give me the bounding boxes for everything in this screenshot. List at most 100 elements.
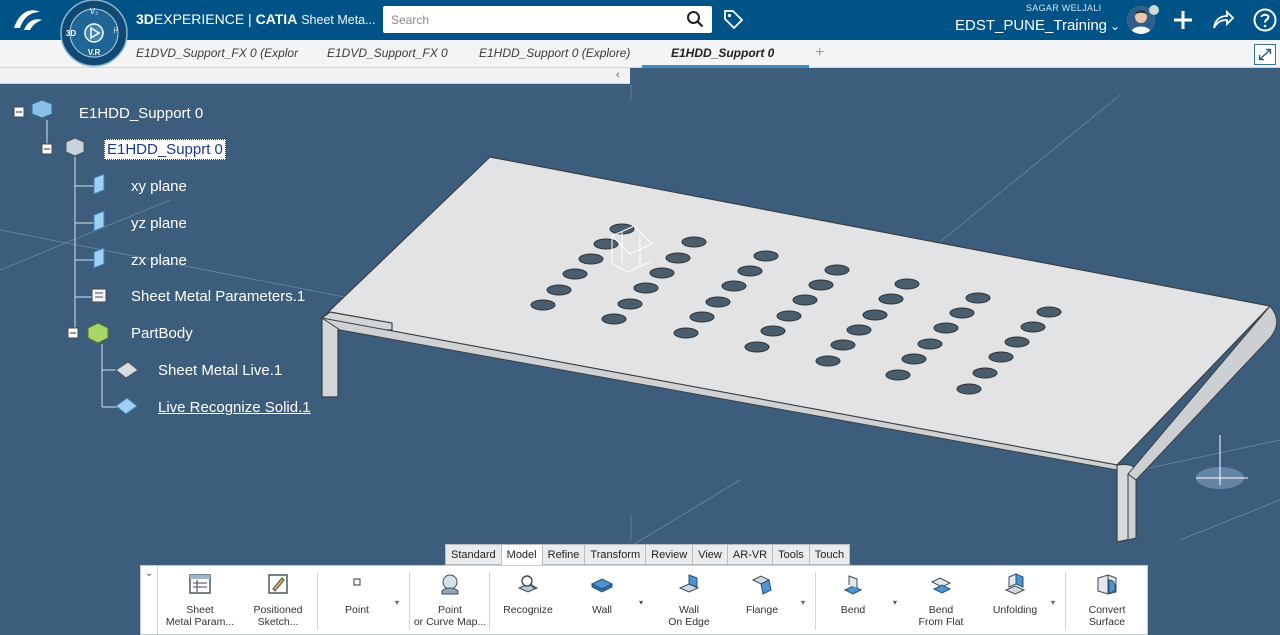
tab-tools[interactable]: Tools — [772, 544, 809, 565]
convert-surface-icon — [1097, 574, 1117, 595]
flange-button[interactable]: Flange — [727, 566, 797, 635]
toolbar-separator — [815, 572, 816, 630]
help-icon[interactable] — [1252, 7, 1278, 33]
unfolding-icon — [1004, 573, 1026, 595]
tree-partbody[interactable]: PartBody — [131, 325, 193, 342]
compass-top-label: V₂ — [90, 7, 98, 16]
wall-button[interactable]: Wall — [565, 566, 639, 635]
bend-button[interactable]: Bend — [817, 566, 889, 635]
bend-icon — [843, 575, 863, 595]
cmd-label: Wall On Edge — [668, 604, 710, 628]
brand-title: 3DEXPERIENCE | CATIA Sheet Meta... — [136, 11, 376, 27]
cmd-label: Point — [345, 604, 369, 616]
view-orientation-icon[interactable] — [1196, 435, 1248, 489]
wall-on-edge-icon — [678, 574, 700, 593]
brand-3d: 3D — [136, 11, 154, 27]
status-dot-icon — [1149, 5, 1159, 15]
compass-bottom-label: V.R — [88, 48, 101, 57]
cmd-label: Flange — [745, 604, 779, 616]
tab-standard[interactable]: Standard — [445, 544, 501, 565]
tree-connectors — [46, 120, 118, 408]
toolbar-separator — [317, 572, 318, 630]
chevron-down-icon[interactable]: ▾ — [395, 598, 399, 607]
point-button[interactable]: Point — [319, 566, 395, 635]
tab-e1hdd-support[interactable]: E1HDD_Support 0 — [671, 46, 774, 60]
tab-e1hdd-explore[interactable]: E1HDD_Support 0 (Explore) — [479, 46, 630, 60]
sheet-metal-parameters-button[interactable]: Sheet Metal Param... — [161, 566, 239, 635]
chevron-down-icon[interactable]: ▾ — [801, 598, 805, 607]
bend-from-flat-button[interactable]: Bend From Flat — [905, 566, 977, 635]
wall-icon — [590, 578, 614, 593]
active-tab-indicator — [642, 65, 809, 68]
search-box[interactable] — [383, 6, 712, 33]
command-section-tabs: Standard Model Refine Transform Review V… — [445, 544, 851, 565]
document-tabs: E1DVD_Support_FX 0 (Explor E1DVD_Support… — [0, 40, 1280, 68]
toolbar-separator — [409, 572, 410, 630]
cmd-label: Wall — [591, 604, 613, 616]
point-icon — [353, 578, 361, 586]
recognize-button[interactable]: Recognize — [491, 566, 565, 635]
add-tab-button[interactable]: + — [815, 44, 824, 62]
tab-transform[interactable]: Transform — [584, 544, 646, 565]
cmd-label: Bend — [840, 604, 866, 616]
positioned-sketch-button[interactable]: Positioned Sketch... — [239, 566, 317, 635]
tree-sheet-metal-parameters[interactable]: Sheet Metal Parameters.1 — [131, 288, 305, 305]
table-icon — [189, 574, 211, 594]
tree-root-e1hdd-support[interactable]: E1HDD_Support 0 — [79, 105, 203, 122]
cmd-label: Convert Surface — [1088, 604, 1126, 628]
unfolding-button[interactable]: Unfolding — [977, 566, 1053, 635]
tree-yz-plane[interactable]: yz plane — [131, 215, 187, 232]
tree-xy-plane[interactable]: xy plane — [131, 178, 187, 195]
tree-collapse-bar[interactable]: ‹ — [0, 68, 630, 84]
bend-from-flat-icon — [930, 577, 952, 594]
chevron-down-icon: ⌄ — [1110, 19, 1121, 33]
convert-surface-button[interactable]: Convert Surface — [1067, 566, 1147, 635]
workspace-label: EDST_PUNE_Training — [955, 17, 1107, 34]
compass-widget-icon[interactable]: V₂ 3D i² V.R — [58, 0, 130, 68]
tab-review[interactable]: Review — [645, 544, 693, 565]
tree-live-recognize-solid[interactable]: Live Recognize Solid.1 — [158, 399, 311, 416]
chevron-down-icon[interactable]: ▾ — [1051, 598, 1055, 607]
chevron-down-icon[interactable]: ▾ — [893, 598, 897, 607]
workspace-selector[interactable]: EDST_PUNE_Training ⌄ — [955, 17, 1120, 34]
tree-part-e1hdd-supprt[interactable]: E1HDD_Supprt 0 — [104, 139, 226, 160]
tree-zx-plane[interactable]: zx plane — [131, 252, 187, 269]
sketch-icon — [268, 574, 288, 594]
action-bar-collapse-icon[interactable]: ⌄ — [141, 566, 158, 635]
toolbar-separator — [1065, 572, 1066, 630]
top-bar: 3DEXPERIENCE | CATIA Sheet Meta... SAGAR… — [0, 0, 1280, 40]
dassault-logo-icon[interactable] — [10, 6, 46, 34]
point-or-curve-mapping-button[interactable]: Point or Curve Map... — [411, 566, 489, 635]
share-icon[interactable] — [1210, 7, 1236, 33]
user-name: SAGAR WELJALI — [1026, 3, 1102, 13]
cmd-label: Positioned Sketch... — [253, 604, 303, 628]
action-bar: ⌄ Sheet Metal Param... Positioned Sketch… — [140, 565, 1148, 635]
tab-e1dvd-support[interactable]: E1DVD_Support_FX 0 — [327, 46, 448, 60]
tab-ar-vr[interactable]: AR-VR — [726, 544, 773, 565]
recognize-icon — [517, 575, 539, 593]
tab-model[interactable]: Model — [500, 544, 542, 565]
flange-icon — [751, 575, 772, 595]
app-name: Sheet Meta... — [301, 13, 376, 27]
search-icon[interactable] — [686, 10, 704, 28]
tab-view[interactable]: View — [692, 544, 727, 565]
search-input[interactable] — [391, 11, 671, 29]
tab-e1dvd-explore[interactable]: E1DVD_Support_FX 0 (Explor — [136, 46, 304, 60]
chevron-down-icon[interactable]: ▾ — [639, 598, 643, 607]
maximize-icon[interactable] — [1254, 44, 1276, 65]
chevron-left-icon[interactable]: ‹ — [616, 69, 620, 81]
compass-right-label: i² — [114, 26, 119, 35]
compass-left-label: 3D — [66, 29, 76, 38]
cmd-label: Recognize — [503, 604, 553, 616]
tag-icon[interactable] — [722, 8, 744, 30]
brand-product: CATIA — [255, 11, 298, 27]
cmd-label: Sheet Metal Param... — [165, 604, 235, 628]
sheet-metal-part[interactable] — [320, 156, 1278, 543]
brand-experience: EXPERIENCE | — [153, 11, 256, 27]
tab-touch[interactable]: Touch — [808, 544, 851, 565]
tab-refine[interactable]: Refine — [541, 544, 585, 565]
add-icon[interactable] — [1170, 7, 1196, 33]
cmd-label: Unfolding — [992, 604, 1038, 616]
tree-sheet-metal-live[interactable]: Sheet Metal Live.1 — [158, 362, 282, 379]
wall-on-edge-button[interactable]: Wall On Edge — [651, 566, 727, 635]
